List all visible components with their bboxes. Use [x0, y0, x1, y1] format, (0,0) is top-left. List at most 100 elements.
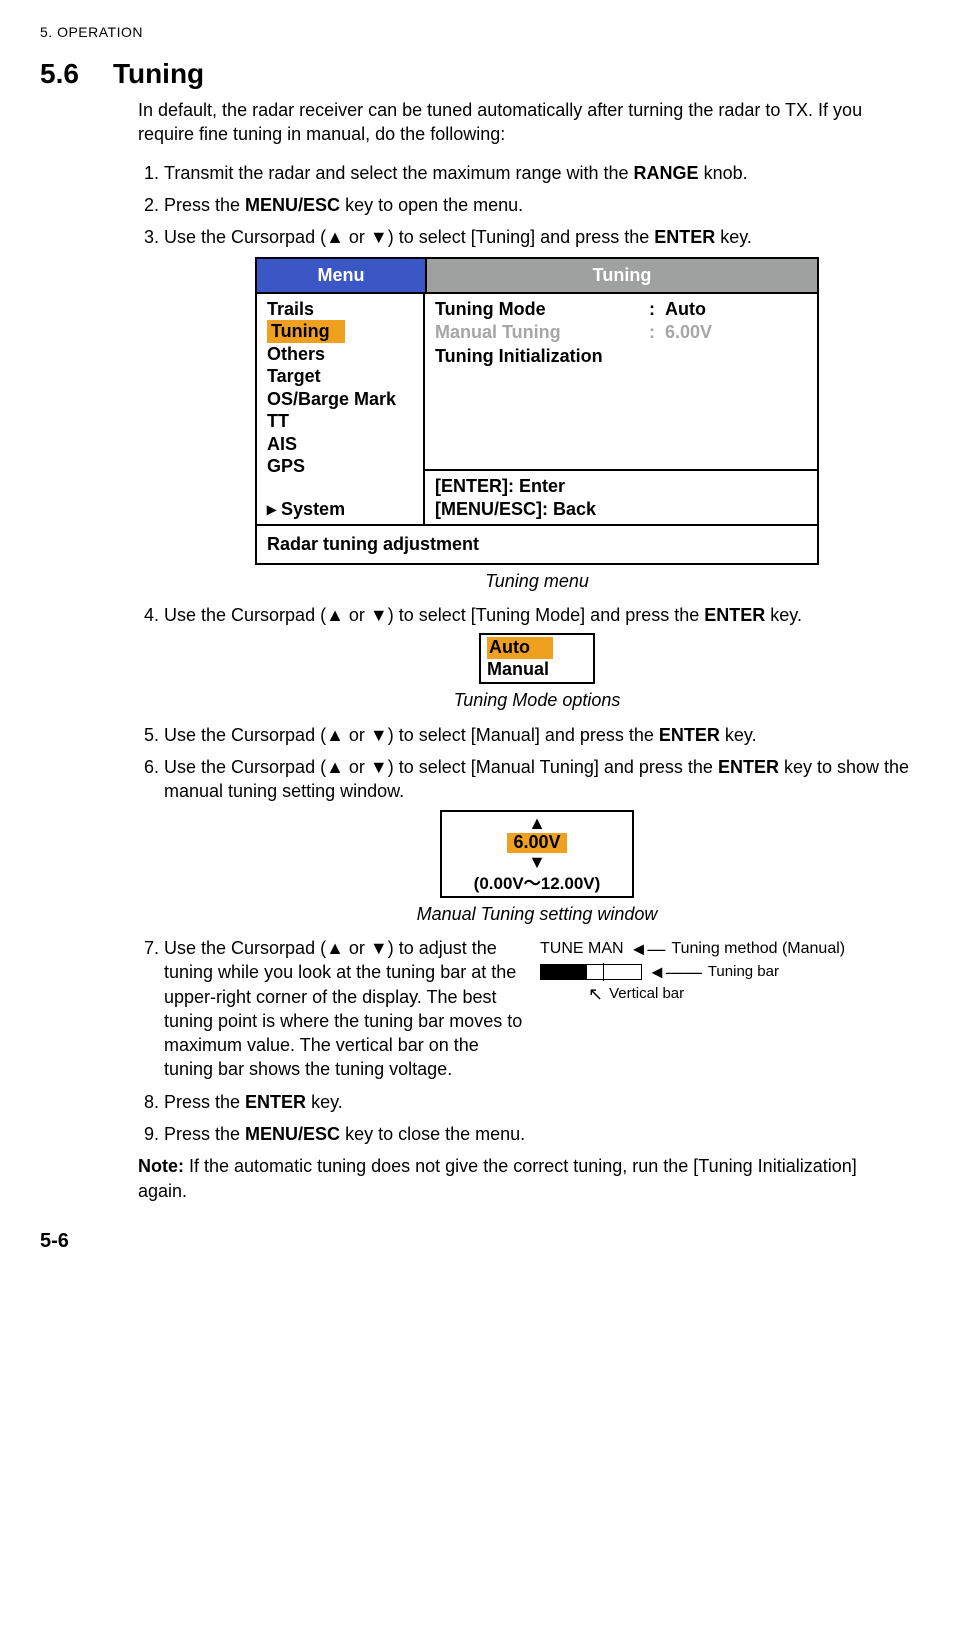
step-1: Transmit the radar and select the maximu… — [164, 161, 910, 185]
tuning-mode-value: Auto — [659, 298, 706, 321]
menu-item-tuning-selected: Tuning — [267, 320, 345, 343]
colon: : — [645, 321, 659, 344]
tuning-mode-options-figure: Auto Manual — [479, 633, 595, 684]
text: key to open the menu. — [340, 195, 523, 215]
page-header: 5. OPERATION — [40, 24, 910, 40]
enter-key-label: ENTER — [659, 725, 720, 745]
text: key. — [765, 605, 802, 625]
enter-key-label: ENTER — [718, 757, 779, 777]
down-triangle-icon: ▼ — [370, 938, 388, 958]
text: ) to select [Manual] and press the — [388, 725, 659, 745]
colon: : — [645, 298, 659, 321]
arrow-left-icon: ◄—— — [648, 963, 702, 981]
step-2: Press the MENU/ESC key to open the menu. — [164, 193, 910, 217]
tuning-mode-label: Tuning Mode — [435, 298, 645, 321]
manual-tuning-range: (0.00V～12.00V) — [442, 875, 632, 894]
note-paragraph: Note: If the automatic tuning does not g… — [138, 1154, 910, 1203]
text: or — [344, 227, 370, 247]
menu-item-ais: AIS — [267, 433, 417, 456]
text: ) to adjust the tuning while you look at… — [164, 938, 522, 1079]
menu-right-pane: Tuning Mode : Auto Manual Tuning : 6.00V — [425, 294, 817, 470]
menu-header-right: Tuning — [427, 259, 817, 291]
range-knob-label: RANGE — [634, 163, 699, 183]
up-triangle-icon: ▲ — [326, 938, 344, 958]
enter-key-label: ENTER — [245, 1092, 306, 1112]
text: Use the Cursorpad ( — [164, 938, 326, 958]
text: Use the Cursorpad ( — [164, 605, 326, 625]
text: or — [344, 725, 370, 745]
tuning-menu-figure: Menu Tuning Trails Tuning Others Target … — [255, 257, 819, 564]
step-8: Press the ENTER key. — [164, 1090, 910, 1114]
tuning-bar-diagram: TUNE MAN ◄— Tuning method (Manual) ◄—— T… — [540, 936, 910, 1082]
text: Transmit the radar and select the maximu… — [164, 163, 634, 183]
down-triangle-icon: ▼ — [370, 227, 388, 247]
menu-help-box: [ENTER]: Enter [MENU/ESC]: Back — [425, 469, 817, 524]
text: ) to select [Tuning Mode] and press the — [388, 605, 705, 625]
tuning-bar-fill — [541, 965, 587, 979]
arrow-left-icon: ◄— — [630, 940, 666, 958]
down-triangle-icon: ▼ — [370, 605, 388, 625]
enter-key-label: ENTER — [654, 227, 715, 247]
manual-tuning-value: 6.00V — [659, 321, 712, 344]
text: knob. — [699, 163, 748, 183]
arrow-diagonal-icon: ↖ — [588, 985, 603, 1003]
text: Use the Cursorpad ( — [164, 725, 326, 745]
up-triangle-icon: ▲ — [326, 227, 344, 247]
step-6: Use the Cursorpad (▲ or ▼) to select [Ma… — [164, 755, 910, 926]
tuning-init-label: Tuning Initialization — [435, 345, 645, 368]
note-text: If the automatic tuning does not give th… — [138, 1156, 857, 1200]
text: Press the — [164, 195, 245, 215]
menu-header-left: Menu — [257, 259, 427, 291]
menu-item-os-barge: OS/Barge Mark — [267, 388, 417, 411]
text: or — [344, 757, 370, 777]
page-number: 5-6 — [40, 1230, 69, 1253]
text: ) to select [Manual Tuning] and press th… — [388, 757, 718, 777]
text: ) to select [Tuning] and press the — [388, 227, 654, 247]
text: Press the — [164, 1092, 245, 1112]
text: or — [344, 938, 370, 958]
menu-esc-key-label: MENU/ESC — [245, 1124, 340, 1144]
text: Use the Cursorpad ( — [164, 757, 326, 777]
up-triangle-icon: ▲ — [326, 757, 344, 777]
down-triangle-icon: ▼ — [370, 757, 388, 777]
menu-esc-key-label: MENU/ESC — [245, 195, 340, 215]
tuning-method-label: Tuning method (Manual) — [671, 938, 845, 960]
option-manual: Manual — [487, 659, 587, 681]
manual-tuning-current-value: 6.00V — [507, 833, 566, 853]
vertical-bar-marker — [603, 963, 604, 981]
menu-footer-note: Radar tuning adjustment — [257, 524, 817, 562]
up-arrow-icon: ▲ — [442, 814, 632, 834]
text: Use the Cursorpad ( — [164, 227, 326, 247]
menu-item-system: ▸ System — [267, 498, 417, 521]
text: key to close the menu. — [340, 1124, 525, 1144]
tune-man-label: TUNE MAN — [540, 938, 624, 960]
manual-tuning-label: Manual Tuning — [435, 321, 645, 344]
enter-key-label: ENTER — [704, 605, 765, 625]
step-3: Use the Cursorpad (▲ or ▼) to select [Tu… — [164, 225, 910, 593]
text: key. — [306, 1092, 343, 1112]
manual-tuning-window-figure: ▲ 6.00V ▼ (0.00V～12.00V) — [440, 810, 634, 898]
text: key. — [720, 725, 757, 745]
step-9: Press the MENU/ESC key to close the menu… — [164, 1122, 910, 1146]
menu-left-pane: Trails Tuning Others Target OS/Barge Mar… — [257, 294, 425, 525]
note-label: Note: — [138, 1156, 184, 1176]
section-title: Tuning — [113, 58, 204, 90]
menu-help-enter: [ENTER]: Enter — [435, 475, 807, 498]
caption-tuning-menu: Tuning menu — [164, 569, 910, 593]
up-triangle-icon: ▲ — [326, 725, 344, 745]
menu-item-gps: GPS — [267, 455, 417, 478]
caption-tuning-mode-options: Tuning Mode options — [164, 688, 910, 712]
down-arrow-icon: ▼ — [442, 853, 632, 873]
step-5: Use the Cursorpad (▲ or ▼) to select [Ma… — [164, 723, 910, 747]
menu-item-trails: Trails — [267, 298, 417, 321]
text: Press the — [164, 1124, 245, 1144]
step-7: Use the Cursorpad (▲ or ▼) to adjust the… — [164, 936, 910, 1082]
tuning-bar-label: Tuning bar — [708, 962, 779, 982]
menu-item-tt: TT — [267, 410, 417, 433]
menu-item-others: Others — [267, 343, 417, 366]
section-number: 5.6 — [40, 58, 79, 90]
text: or — [344, 605, 370, 625]
down-triangle-icon: ▼ — [370, 725, 388, 745]
menu-item-target: Target — [267, 365, 417, 388]
tuning-bar-graphic — [540, 964, 642, 980]
